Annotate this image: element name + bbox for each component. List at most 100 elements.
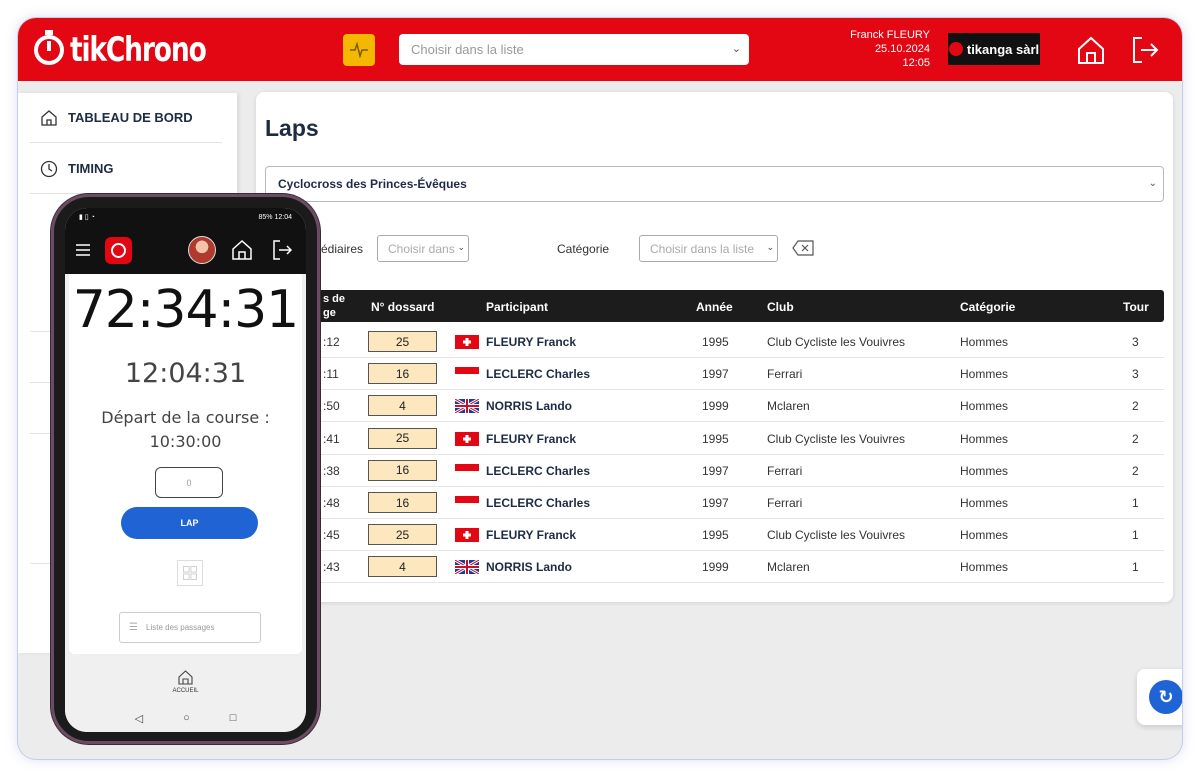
sidebar-item-dashboard[interactable]: TABLEAU DE BORD <box>30 93 222 143</box>
turtle-icon <box>948 42 963 56</box>
table-row[interactable]: :41 25 FLEURY Franck 1995 Club Cycliste … <box>265 423 1164 455</box>
passage-time: :41 <box>323 431 340 446</box>
hamburger-icon[interactable] <box>75 243 91 257</box>
table-header: s de ge N° dossard Participant Année Clu… <box>265 290 1164 322</box>
birth-year: 1997 <box>702 463 729 478</box>
phone-header <box>65 226 306 274</box>
sidebar-item-timing[interactable]: TIMING <box>30 144 222 194</box>
participant-name: LECLERC Charles <box>486 367 591 382</box>
club-name: Club Cycliste les Vouivres <box>767 528 906 543</box>
lap-number: 1 <box>1132 528 1139 543</box>
back-icon[interactable]: ◁ <box>135 712 143 725</box>
category-name: Hommes <box>960 367 1009 382</box>
birth-year: 1995 <box>702 528 729 543</box>
lap-number: 1 <box>1132 496 1139 510</box>
category-name: Hommes <box>960 431 1009 446</box>
participant-name: FLEURY Franck <box>486 431 577 446</box>
flag-gb-icon <box>454 398 480 415</box>
category-label: Catégorie <box>557 242 610 256</box>
pulse-icon <box>350 42 368 58</box>
col-category: Catégorie <box>960 300 1016 314</box>
logout-icon[interactable] <box>271 239 293 261</box>
table-row[interactable]: :50 4 NORRIS Lando 1999 Mclaren Hommes 2 <box>265 390 1164 423</box>
logo-text: tikChrono <box>70 30 207 70</box>
home-icon[interactable] <box>178 670 193 685</box>
qr-code-icon[interactable] <box>177 560 203 586</box>
sponsor-name: tikanga sàrl <box>966 41 1040 57</box>
participant-name: NORRIS Lando <box>486 560 572 575</box>
club-name: Ferrari <box>767 367 803 382</box>
clock-icon <box>40 160 58 177</box>
refresh-button[interactable]: ↻ <box>1137 669 1182 725</box>
page-title: Laps <box>265 115 319 141</box>
status-icons: ▮ ▯ ◔ <box>79 214 95 221</box>
passage-time: :38 <box>323 463 340 478</box>
table-row[interactable]: :38 16 LECLERC Charles 1997 Ferrari Homm… <box>265 455 1164 487</box>
current-date: 25.10.2024 <box>874 43 930 55</box>
home-icon[interactable] <box>1075 34 1107 66</box>
table-row[interactable]: :11 16 LECLERC Charles 1997 Ferrari Homm… <box>265 358 1164 391</box>
current-time: 12:05 <box>902 57 930 69</box>
laps-panel: Laps Cyclocross des Princes-Évêques ⌄ éd… <box>256 92 1173 602</box>
passage-time: :45 <box>323 528 340 543</box>
table-row[interactable]: :48 16 LECLERC Charles 1997 Ferrari Homm… <box>265 487 1164 519</box>
col-lap: Tour <box>1123 300 1149 314</box>
lap-number: 2 <box>1132 399 1139 414</box>
col-club: Club <box>767 300 794 314</box>
flag-gb-icon <box>454 559 480 576</box>
sidebar-item-label: TIMING <box>68 161 114 176</box>
bib-number: 25 <box>368 524 437 546</box>
category-name: Hommes <box>960 463 1009 478</box>
android-nav-bar: ◁ ○ □ <box>65 704 306 732</box>
app-logo[interactable]: tikChrono <box>34 30 244 70</box>
header-select-placeholder: Choisir dans la liste <box>411 42 524 57</box>
birth-year: 1995 <box>702 335 729 349</box>
user-info: Franck FLEURY 25.10.2024 12:05 <box>818 28 930 70</box>
birth-year: 1995 <box>702 431 729 446</box>
col-participant: Participant <box>486 300 549 314</box>
participant-name: LECLERC Charles <box>486 496 591 510</box>
bib-input[interactable]: 0 <box>155 467 223 498</box>
chevron-down-icon: ⌄ <box>1148 178 1157 189</box>
race-timer: 72:34:31 <box>72 280 300 340</box>
recents-icon[interactable]: □ <box>230 712 237 724</box>
clear-filter-icon[interactable] <box>792 240 814 256</box>
lap-button[interactable]: LAP <box>121 507 258 539</box>
bottom-nav-home-label: ACCUEIL <box>172 688 199 694</box>
club-name: Ferrari <box>767 463 803 478</box>
event-select[interactable]: Cyclocross des Princes-Évêques ⌄ <box>265 166 1164 202</box>
home-circle-icon[interactable]: ○ <box>183 712 190 724</box>
chevron-down-icon: ⌄ <box>731 43 741 55</box>
passage-time: :43 <box>323 560 340 575</box>
phone-mockup: ▮ ▯ ◔ 85% 12:04 72:34:31 12:04:31 Départ… <box>51 194 320 744</box>
avatar[interactable] <box>188 236 216 264</box>
birth-year: 1999 <box>702 560 729 575</box>
race-start: Départ de la course : 10:30:00 <box>69 406 302 454</box>
col-bib: N° dossard <box>371 300 435 314</box>
flag-ch-icon <box>455 335 479 349</box>
bib-number: 16 <box>368 492 437 513</box>
table-row[interactable]: :12 25 FLEURY Franck 1995 Club Cycliste … <box>265 326 1164 358</box>
activity-button[interactable] <box>343 34 375 66</box>
bib-number: 16 <box>368 459 437 481</box>
table-row[interactable]: :45 25 FLEURY Franck 1995 Club Cycliste … <box>265 519 1164 552</box>
flag-mc-icon <box>455 496 479 510</box>
home-icon <box>41 109 57 126</box>
bib-number: 25 <box>368 427 437 449</box>
lap-number: 3 <box>1132 335 1139 349</box>
club-name: Mclaren <box>767 560 810 575</box>
home-icon[interactable] <box>231 239 253 261</box>
intermediates-select[interactable]: Choisir dans ⌄ <box>377 235 469 262</box>
logout-icon[interactable] <box>1129 34 1161 66</box>
passages-list-button[interactable]: Liste des passages <box>119 612 261 643</box>
col-year: Année <box>696 300 733 314</box>
category-name: Hommes <box>960 560 1009 575</box>
current-clock: 12:04:31 <box>124 358 247 389</box>
club-name: Ferrari <box>767 496 803 510</box>
lap-number: 2 <box>1132 431 1139 446</box>
category-select[interactable]: Choisir dans la liste ⌄ <box>639 235 778 262</box>
participant-name: NORRIS Lando <box>486 399 572 414</box>
table-row[interactable]: :43 4 NORRIS Lando 1999 Mclaren Hommes 1 <box>265 551 1164 584</box>
chevron-down-icon: ⌄ <box>457 242 465 252</box>
header-select[interactable]: Choisir dans la liste ⌄ <box>399 34 749 65</box>
